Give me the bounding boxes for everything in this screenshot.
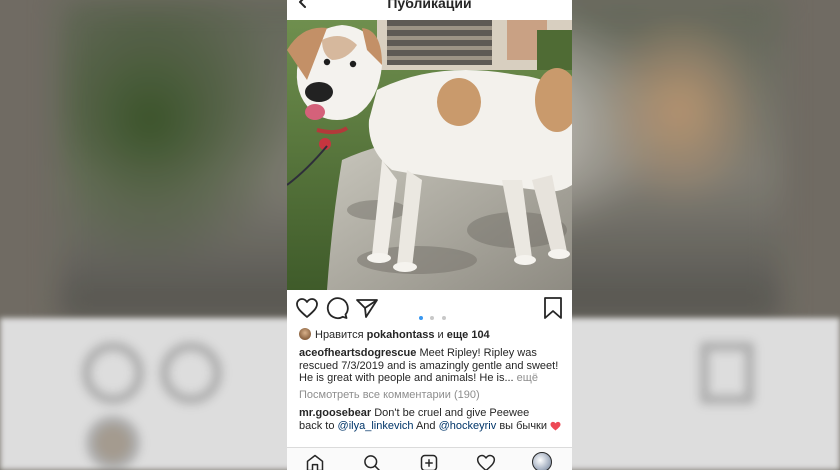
dog-photo-illustration	[287, 20, 572, 290]
instagram-post-screen: Публикации Нравится pokahontass и еще 10…	[287, 0, 572, 470]
bottom-tab-bar	[287, 447, 572, 470]
likes-count[interactable]: еще 104	[447, 329, 490, 341]
comment-item: mr.goosebear Don't be cruel and give Pee…	[299, 407, 547, 432]
search-icon[interactable]	[362, 453, 382, 470]
plus-square-icon[interactable]	[419, 453, 439, 470]
comment-mention[interactable]: @ilya_linkevich	[338, 420, 414, 432]
carousel-dot	[430, 316, 435, 320]
heart-icon[interactable]	[476, 453, 496, 470]
comment-username[interactable]: mr.goosebear	[299, 407, 371, 419]
page-title: Публикации	[387, 0, 472, 11]
profile-avatar[interactable]	[532, 452, 552, 470]
liker-username[interactable]: pokahontass	[367, 329, 435, 341]
comment-text: вы бычки	[499, 419, 548, 432]
likes-conj: и	[437, 329, 444, 341]
carousel-dot	[441, 316, 446, 320]
heart-icon[interactable]	[295, 296, 319, 320]
caption-more-link[interactable]: ещё	[517, 372, 538, 384]
post-photo	[287, 20, 572, 290]
comment-mention[interactable]: @hockeyriv	[439, 420, 497, 432]
post-actions-bar	[287, 296, 572, 322]
home-icon[interactable]	[305, 453, 325, 470]
likes-prefix: Нравится	[315, 329, 364, 341]
view-all-comments-link[interactable]: Посмотреть все комментарии (190)	[299, 389, 480, 401]
liker-avatar	[299, 328, 311, 340]
top-navigation-bar: Публикации	[287, 0, 572, 20]
carousel-dot-active	[419, 316, 423, 320]
comment-bubble-icon[interactable]	[325, 296, 349, 320]
post-caption: aceofheartsdogrescue Meet Ripley! Ripley…	[299, 347, 563, 385]
paper-plane-icon[interactable]	[355, 296, 379, 320]
carousel-indicator	[419, 307, 449, 320]
likes-summary[interactable]: Нравится pokahontass и еще 104	[299, 328, 490, 342]
bookmark-icon[interactable]	[541, 296, 565, 320]
comment-text: And	[415, 419, 436, 432]
caption-username[interactable]: aceofheartsdogrescue	[299, 347, 416, 359]
comment-like-icon[interactable]	[550, 421, 561, 431]
